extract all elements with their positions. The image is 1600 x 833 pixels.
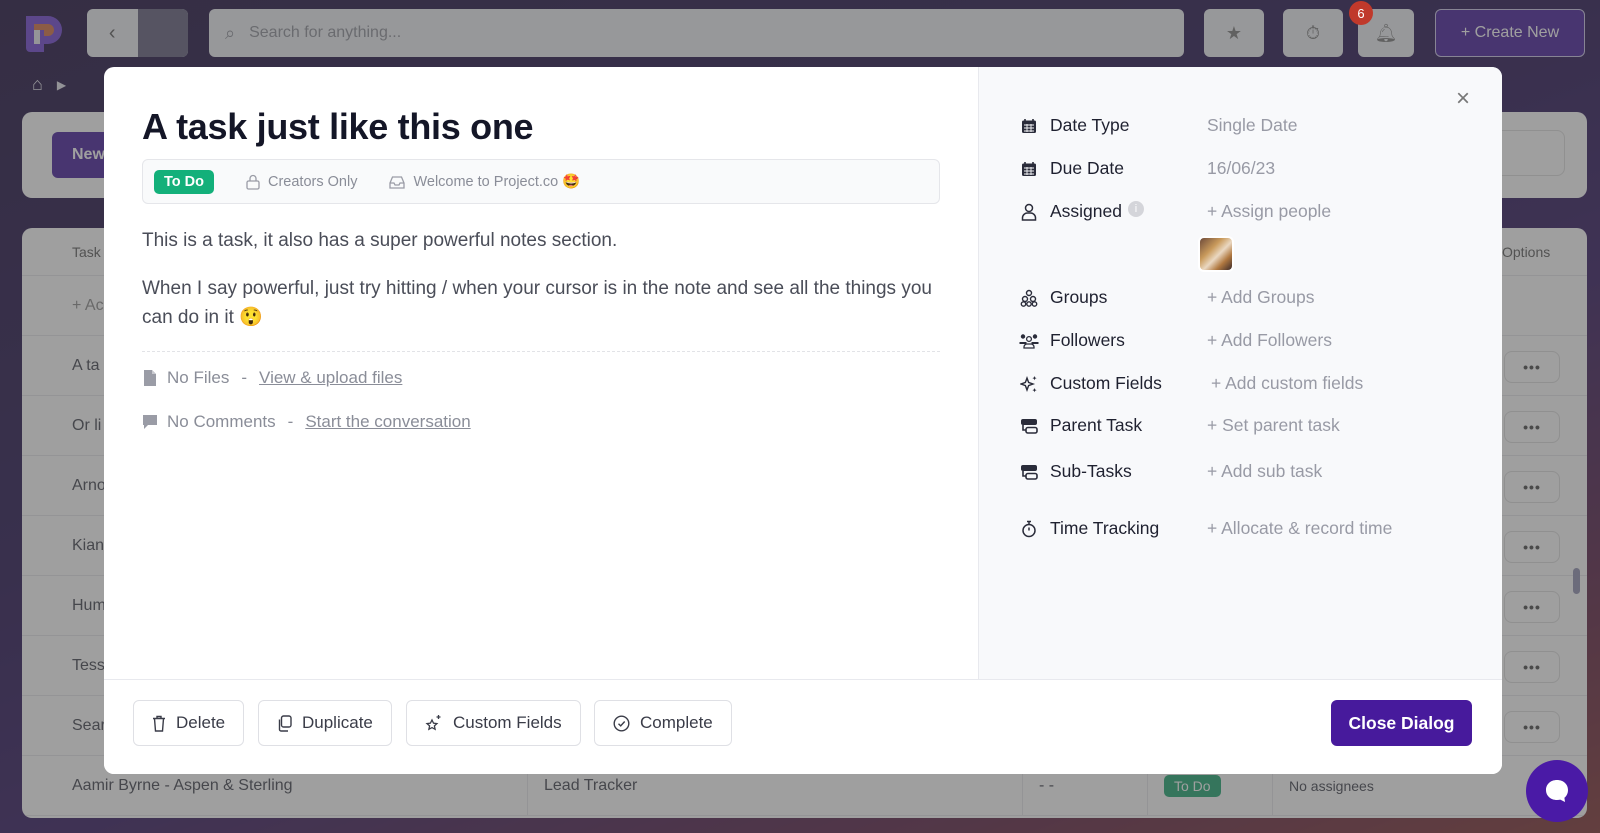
calendar-icon (1019, 159, 1039, 179)
sparkle-icon (1019, 374, 1039, 394)
chat-bubble-icon (1546, 780, 1568, 802)
set-parent-task-button[interactable]: + Set parent task (1207, 415, 1340, 436)
add-custom-fields-button[interactable]: + Add custom fields (1211, 373, 1363, 394)
property-time-tracking: Time Tracking + Allocate & record time (1019, 518, 1392, 539)
task-main-panel: A task just like this one To Do Creators… (104, 67, 978, 679)
groups-icon (1019, 288, 1039, 308)
due-date-value[interactable]: 16/06/23 (1207, 158, 1275, 179)
complete-button[interactable]: Complete (594, 700, 732, 746)
task-notes-editor[interactable]: This is a task, it also has a super powe… (142, 226, 940, 332)
check-circle-icon (613, 714, 630, 732)
assignee-avatar[interactable] (1198, 236, 1234, 272)
start-conversation-link[interactable]: Start the conversation (305, 412, 470, 432)
task-meta-bar: To Do Creators Only Welcome to Project.c… (142, 159, 940, 204)
inbox-icon (389, 175, 406, 189)
property-due-date: Due Date 16/06/23 (1019, 158, 1275, 179)
task-dialog: A task just like this one To Do Creators… (104, 67, 1502, 774)
task-properties-panel: × Date Type Single Date Due Date 16/06/2… (978, 67, 1502, 679)
property-parent-task: Parent Task + Set parent task (1019, 415, 1340, 436)
task-stack-icon (1019, 462, 1039, 482)
notification-count-badge: 6 (1349, 1, 1373, 25)
close-dialog-button[interactable]: Close Dialog (1331, 700, 1472, 746)
notes-paragraph: This is a task, it also has a super powe… (142, 230, 618, 251)
close-icon[interactable]: × (1456, 85, 1470, 113)
duplicate-button[interactable]: Duplicate (258, 700, 392, 746)
date-type-value[interactable]: Single Date (1207, 115, 1297, 136)
status-badge[interactable]: To Do (154, 169, 214, 194)
property-followers: Followers + Add Followers (1019, 330, 1332, 351)
property-assigned: Assigned i + Assign people (1019, 201, 1331, 222)
delete-button[interactable]: Delete (133, 700, 245, 746)
view-upload-files-link[interactable]: View & upload files (259, 368, 402, 388)
comment-icon (143, 415, 157, 429)
add-followers-button[interactable]: + Add Followers (1207, 330, 1332, 351)
project-selector[interactable]: Welcome to Project.co 🤩 (389, 173, 580, 190)
copy-icon (278, 714, 292, 732)
task-stack-icon (1019, 416, 1039, 436)
chat-support-button[interactable] (1526, 760, 1588, 822)
followers-icon (1019, 331, 1039, 351)
info-icon[interactable]: i (1128, 201, 1144, 217)
custom-fields-button[interactable]: Custom Fields (406, 700, 581, 746)
divider (142, 351, 940, 352)
trash-icon (153, 715, 165, 732)
user-icon (1019, 202, 1039, 222)
task-title[interactable]: A task just like this one (142, 105, 940, 149)
stopwatch-icon (1019, 519, 1039, 539)
sparkle-star-icon (425, 715, 441, 731)
add-groups-button[interactable]: + Add Groups (1207, 287, 1315, 308)
dialog-footer: Delete Duplicate Custom Fields Complete … (104, 679, 1502, 774)
property-sub-tasks: Sub-Tasks + Add sub task (1019, 461, 1322, 482)
files-row: No Files - View & upload files (142, 364, 940, 392)
file-icon (144, 370, 156, 386)
allocate-time-button[interactable]: + Allocate & record time (1207, 518, 1392, 539)
property-custom-fields: Custom Fields + Add custom fields (1019, 373, 1363, 394)
add-sub-task-button[interactable]: + Add sub task (1207, 461, 1322, 482)
lock-icon (246, 174, 260, 190)
property-groups: Groups + Add Groups (1019, 287, 1315, 308)
assign-people-button[interactable]: + Assign people (1207, 201, 1331, 222)
calendar-icon (1019, 116, 1039, 136)
comments-row: No Comments - Start the conversation (142, 408, 940, 436)
visibility-selector[interactable]: Creators Only (246, 174, 357, 190)
notes-paragraph: When I say powerful, just try hitting / … (142, 278, 932, 328)
property-date-type: Date Type Single Date (1019, 115, 1297, 136)
